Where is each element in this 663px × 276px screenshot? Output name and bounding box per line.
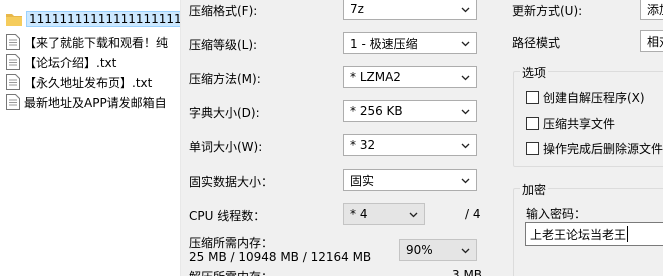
file-name: 11111111111111111111 <box>26 11 180 27</box>
shared-files-checkbox-row[interactable]: 压缩共享文件 <box>526 115 615 132</box>
sfx-checkbox-label: 创建自解压程序(X) <box>543 91 645 105</box>
threads-total: / 4 <box>465 207 481 221</box>
chevron-down-icon <box>461 178 470 184</box>
text-file-icon <box>6 74 20 90</box>
path-mode-value: 相对 <box>647 34 663 49</box>
threads-select[interactable]: * 4 <box>343 203 425 225</box>
word-label: 单词大小(W): <box>189 140 263 154</box>
text-file-icon <box>6 34 20 50</box>
delete-source-checkbox-row[interactable]: 操作完成后删除源文件 <box>526 140 663 157</box>
format-value: 7z <box>350 2 364 16</box>
dict-label: 字典大小(D): <box>189 106 260 120</box>
file-list-panel: 11111111111111111111 【来了就能下载和观看！纯 【论坛介绍】… <box>0 0 181 276</box>
level-select[interactable]: 1 - 极速压缩 <box>343 32 477 54</box>
shared-files-checkbox[interactable] <box>526 117 539 130</box>
chevron-down-icon <box>461 248 470 254</box>
password-input-text: 上老王论坛当老王 <box>530 227 627 242</box>
text-caret <box>627 226 629 242</box>
folder-icon <box>6 14 22 26</box>
options-group-title: 选项 <box>520 64 549 81</box>
format-label: 压缩格式(F): <box>189 4 258 18</box>
shared-files-checkbox-label: 压缩共享文件 <box>543 117 616 131</box>
password-input[interactable]: 上老王论坛当老王 <box>525 222 663 246</box>
update-mode-label: 更新方式(U): <box>512 4 583 18</box>
memory-percent-select[interactable]: 90% <box>399 239 477 261</box>
level-label: 压缩等级(L): <box>189 38 258 52</box>
chevron-down-icon <box>461 7 470 13</box>
path-mode-label: 路径模式 <box>512 36 561 50</box>
memory-label: 压缩所需内存： <box>189 236 274 250</box>
threads-label: CPU 线程数： <box>189 209 266 223</box>
dict-select[interactable]: * 256 KB <box>343 100 477 122</box>
format-select[interactable]: 7z <box>343 0 477 20</box>
password-label: 输入密码： <box>526 207 587 221</box>
threads-value: * 4 <box>350 207 368 221</box>
text-file-icon <box>6 94 20 110</box>
file-name: 【来了就能下载和观看！纯 <box>24 35 169 50</box>
method-select[interactable]: * LZMA2 <box>343 66 477 88</box>
method-value: * LZMA2 <box>350 70 401 84</box>
delete-source-checkbox-label: 操作完成后删除源文件 <box>543 142 663 156</box>
file-name: 【论坛介绍】.txt <box>24 55 117 70</box>
level-value: 1 - 极速压缩 <box>350 36 418 51</box>
solid-label: 固实数据大小： <box>189 175 274 189</box>
chevron-down-icon <box>461 109 470 115</box>
sfx-checkbox[interactable] <box>526 91 539 104</box>
file-name: 最新地址及APP请发邮箱自 <box>24 95 167 110</box>
chevron-down-icon <box>409 212 418 218</box>
word-select[interactable]: * 32 <box>343 134 477 156</box>
file-item[interactable]: 【来了就能下载和观看！纯 <box>6 32 180 52</box>
file-item[interactable]: 【论坛介绍】.txt <box>6 52 180 72</box>
delete-source-checkbox[interactable] <box>526 142 539 155</box>
chevron-down-icon <box>461 75 470 81</box>
text-file-icon <box>6 54 20 70</box>
method-label: 压缩方法(M): <box>189 72 261 86</box>
file-name: 【永久地址发布页】.txt <box>24 75 153 90</box>
decompress-memory-value: 3 MB <box>452 268 483 276</box>
decompress-memory-label: 解压所需内存： <box>189 268 273 276</box>
encryption-group-title: 加密 <box>520 181 549 198</box>
chevron-down-icon <box>461 143 470 149</box>
memory-value: 25 MB / 10948 MB / 12164 MB <box>189 250 372 264</box>
solid-value: 固实 <box>350 173 375 188</box>
memory-percent-value: 90% <box>406 243 433 257</box>
solid-select[interactable]: 固实 <box>343 169 477 191</box>
word-value: * 32 <box>350 138 376 152</box>
sfx-checkbox-row[interactable]: 创建自解压程序(X) <box>526 89 645 106</box>
chevron-down-icon <box>461 41 470 47</box>
file-item[interactable]: 【永久地址发布页】.txt <box>6 72 180 92</box>
file-item[interactable]: 最新地址及APP请发邮箱自 <box>6 92 180 112</box>
update-mode-value: 添加 <box>647 2 663 17</box>
update-mode-select[interactable]: 添加 <box>640 0 663 20</box>
path-mode-select[interactable]: 相对 <box>640 30 663 52</box>
dict-value: * 256 KB <box>350 104 403 118</box>
file-item-folder[interactable]: 11111111111111111111 <box>6 9 180 29</box>
